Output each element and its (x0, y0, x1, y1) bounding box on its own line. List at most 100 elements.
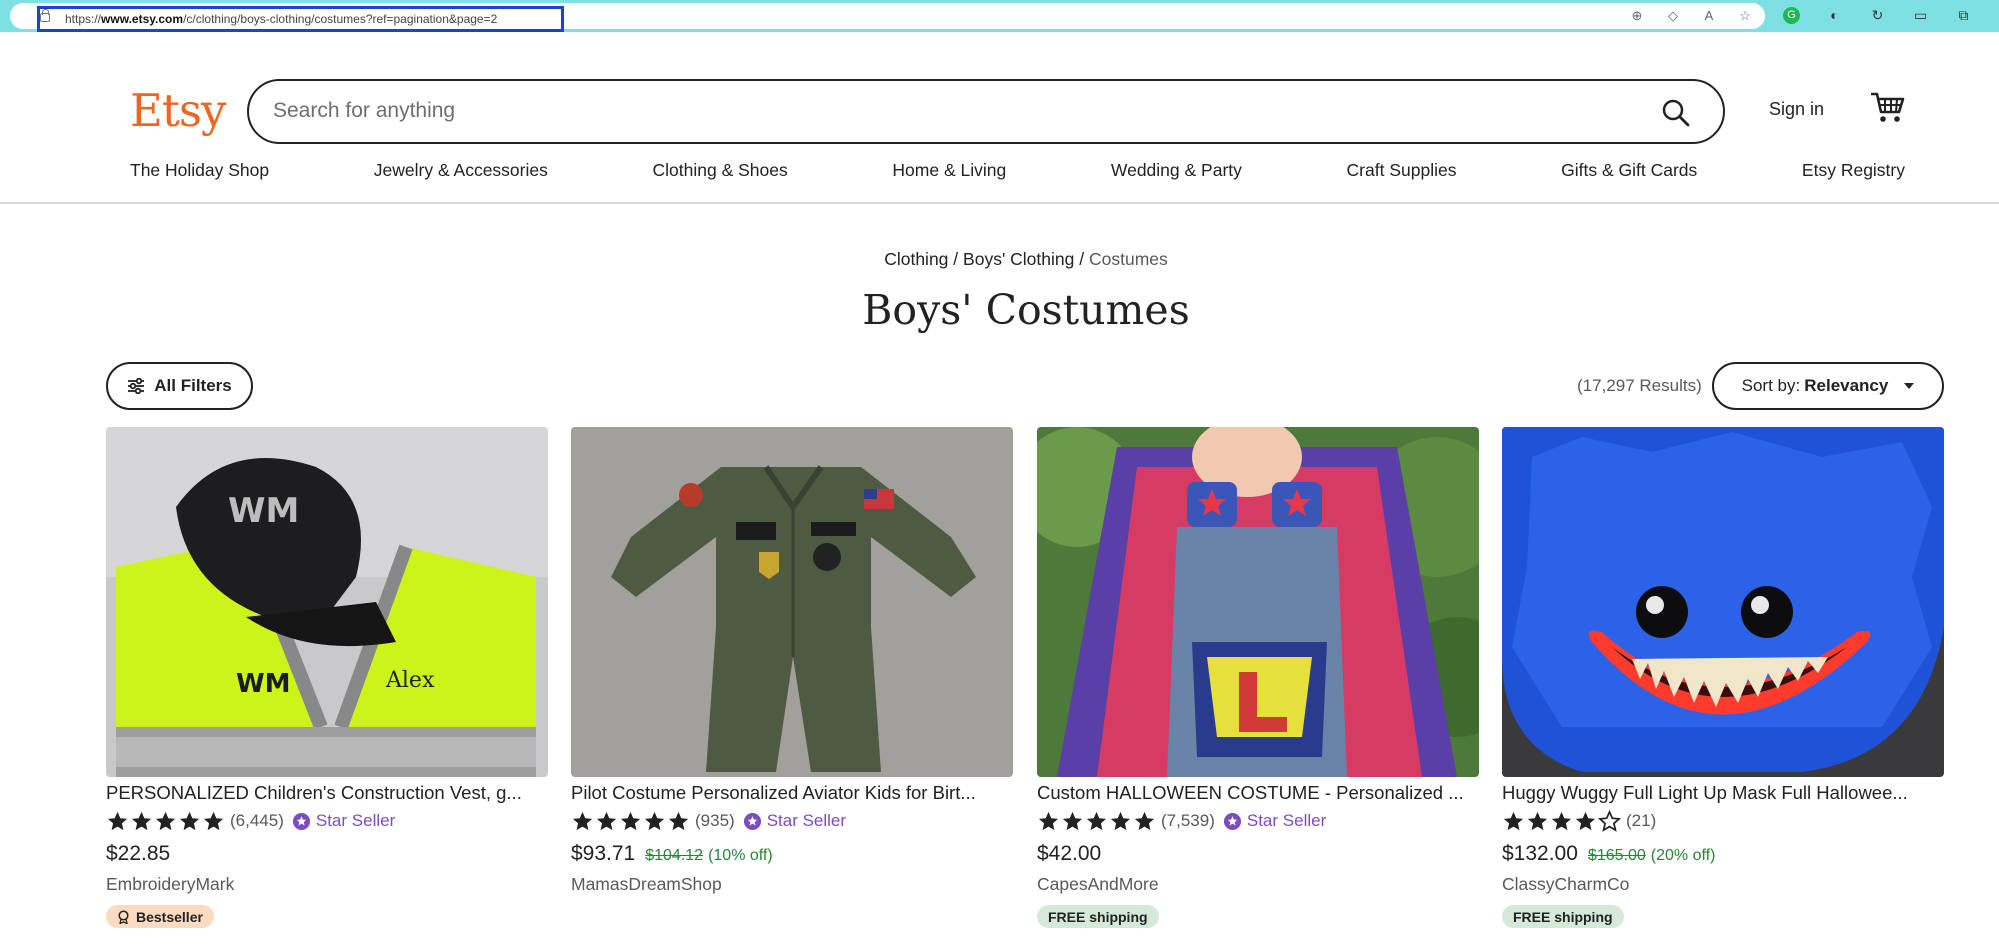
svg-text:WM: WM (228, 491, 299, 531)
rating-stars (571, 810, 690, 833)
grammarly-extension-icon[interactable]: G (1783, 7, 1800, 24)
refresh-extension-icon[interactable]: ↻ (1869, 7, 1886, 24)
product-card[interactable]: Custom HALLOWEEN COSTUME - Personalized … (1037, 427, 1479, 928)
free-shipping-badge: FREE shipping (1502, 905, 1624, 928)
star-seller-badge: Star Seller (743, 811, 846, 831)
star-full-icon (179, 811, 200, 830)
tag-icon[interactable]: ◇ (1666, 9, 1680, 23)
rating-stars (1502, 809, 1621, 833)
cart-icon[interactable] (1869, 90, 1905, 124)
browser-toolbar: https://www.etsy.com/c/clothing/boys-clo… (0, 0, 1999, 32)
nav-divider (0, 202, 1999, 204)
svg-text:Alex: Alex (385, 668, 435, 693)
rating-stars (1037, 810, 1156, 833)
all-filters-label: All Filters (154, 376, 232, 395)
nav-clothing-shoes[interactable]: Clothing & Shoes (653, 160, 788, 181)
read-aloud-icon[interactable]: A (1702, 9, 1716, 23)
original-price: $104.12 (645, 847, 704, 864)
star-full-icon (131, 811, 152, 830)
extension-icon[interactable]: ◐ (1826, 7, 1843, 24)
star-full-icon (668, 811, 689, 830)
product-rating: (7,539) Star Seller (1037, 809, 1479, 833)
star-empty-icon (1598, 809, 1621, 832)
free-shipping-badge: FREE shipping (1037, 905, 1159, 928)
nav-jewelry-accessories[interactable]: Jewelry & Accessories (374, 160, 548, 181)
product-price: $132.00 (1502, 842, 1578, 865)
price-row: $22.85 (106, 842, 548, 866)
star-full-icon (1134, 811, 1155, 830)
product-image-halloween-costume[interactable] (1037, 427, 1479, 777)
breadcrumb-boys-clothing[interactable]: Boys' Clothing (963, 249, 1074, 269)
breadcrumb-clothing[interactable]: Clothing (884, 249, 948, 269)
product-image-huggy-wuggy-mask[interactable] (1502, 427, 1944, 777)
star-full-icon (572, 811, 593, 830)
star-full-icon (107, 811, 128, 830)
product-card[interactable]: Huggy Wuggy Full Light Up Mask Full Hall… (1502, 427, 1944, 928)
url-text[interactable]: https://www.etsy.com/c/clothing/boys-clo… (65, 12, 497, 26)
product-image-pilot-costume[interactable] (571, 427, 1013, 777)
filter-sliders-icon (128, 378, 145, 394)
product-card[interactable]: WM WM Alex PERSONALIZED Children's Const… (106, 427, 548, 929)
review-count: (6,445) (230, 811, 284, 830)
favorite-star-icon[interactable]: ☆ (1738, 9, 1752, 23)
product-title[interactable]: Pilot Costume Personalized Aviator Kids … (571, 782, 1013, 804)
star-full-icon (1551, 811, 1572, 830)
star-full-icon (1527, 811, 1548, 830)
review-count: (7,539) (1161, 811, 1215, 830)
product-title[interactable]: Custom HALLOWEEN COSTUME - Personalized … (1037, 782, 1479, 804)
star-full-icon (596, 811, 617, 830)
breadcrumb-costumes: Costumes (1089, 249, 1168, 269)
search-icon[interactable] (1661, 98, 1691, 128)
shop-name[interactable]: MamasDreamShop (571, 874, 1013, 895)
star-seller-icon (743, 812, 761, 830)
star-full-icon (155, 811, 176, 830)
nav-holiday-shop[interactable]: The Holiday Shop (130, 160, 269, 181)
search-bar[interactable] (247, 79, 1725, 144)
star-full-icon (1062, 811, 1083, 830)
product-image-construction-vest[interactable]: WM WM Alex (106, 427, 548, 777)
star-full-icon (1038, 811, 1059, 830)
product-title[interactable]: Huggy Wuggy Full Light Up Mask Full Hall… (1502, 782, 1944, 804)
product-price: $42.00 (1037, 842, 1102, 865)
bestseller-badge: Bestseller (106, 905, 214, 928)
svg-text:WM: WM (236, 669, 291, 699)
page-title: Boys' Costumes (862, 286, 1190, 334)
product-rating: (21) (1502, 809, 1944, 833)
results-count: (17,297 Results) (1577, 376, 1702, 395)
price-row: $93.71 $104.12 (10% off) (571, 842, 1013, 866)
price-row: $42.00 (1037, 842, 1479, 866)
caret-down-icon (1904, 383, 1915, 389)
collections-icon[interactable]: ⧉ (1955, 7, 1972, 24)
star-full-icon (1086, 811, 1107, 830)
nav-wedding-party[interactable]: Wedding & Party (1111, 160, 1242, 181)
discount-label: (20% off) (1650, 847, 1716, 864)
star-full-icon (620, 811, 641, 830)
sign-in-link[interactable]: Sign in (1769, 99, 1824, 120)
product-card[interactable]: Pilot Costume Personalized Aviator Kids … (571, 427, 1013, 895)
shop-name[interactable]: CapesAndMore (1037, 874, 1479, 895)
review-count: (935) (695, 811, 735, 830)
product-title[interactable]: PERSONALIZED Children's Construction Ves… (106, 782, 548, 804)
nav-craft-supplies[interactable]: Craft Supplies (1347, 160, 1457, 181)
nav-home-living[interactable]: Home & Living (892, 160, 1006, 181)
nav-gifts-gift-cards[interactable]: Gifts & Gift Cards (1561, 160, 1697, 181)
etsy-logo[interactable]: Etsy (130, 84, 226, 137)
product-rating: (935) Star Seller (571, 809, 1013, 833)
shop-name[interactable]: EmbroideryMark (106, 874, 548, 895)
split-screen-icon[interactable]: ▭ (1912, 7, 1929, 24)
zoom-icon[interactable]: ⊕ (1630, 9, 1644, 23)
star-seller-badge: Star Seller (292, 811, 395, 831)
address-bar[interactable]: https://www.etsy.com/c/clothing/boys-clo… (10, 3, 1765, 32)
star-full-icon (1575, 811, 1596, 830)
price-row: $132.00 $165.00 (20% off) (1502, 842, 1944, 866)
search-input[interactable] (273, 95, 1573, 127)
nav-etsy-registry[interactable]: Etsy Registry (1802, 160, 1905, 181)
shop-name[interactable]: ClassyCharmCo (1502, 874, 1944, 895)
sort-dropdown[interactable]: Sort by: Relevancy (1712, 362, 1944, 410)
star-full-icon (1503, 811, 1524, 830)
all-filters-button[interactable]: All Filters (106, 362, 253, 410)
sort-prefix: Sort by: (1741, 376, 1801, 395)
category-nav: The Holiday Shop Jewelry & Accessories C… (130, 160, 1905, 181)
star-seller-badge: Star Seller (1223, 811, 1326, 831)
medal-icon (118, 909, 129, 924)
